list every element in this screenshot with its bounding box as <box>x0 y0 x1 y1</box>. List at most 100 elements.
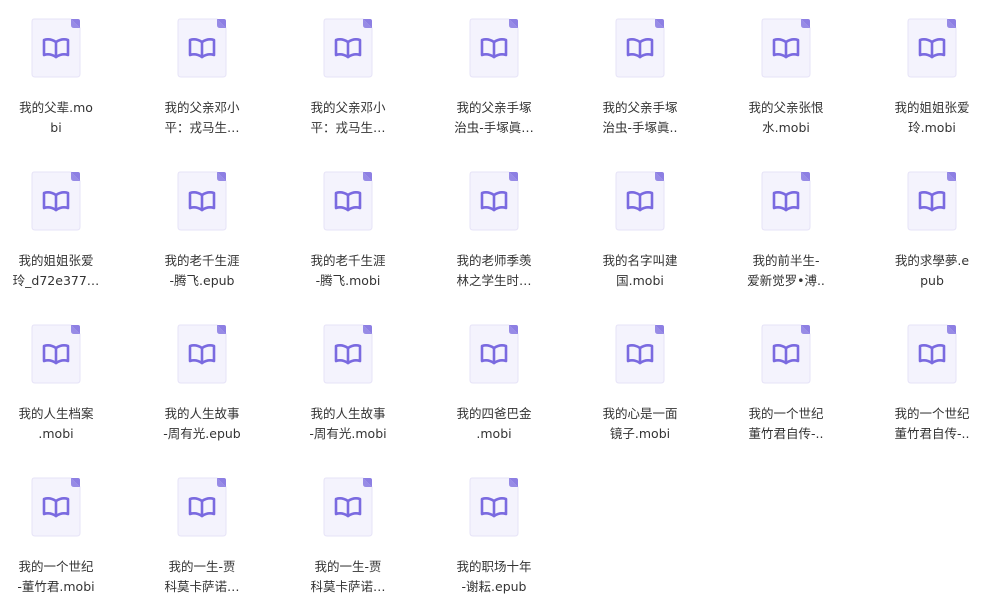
file-item[interactable]: 我的姐姐张爱 玲.mobi <box>877 18 987 168</box>
file-name-line-1: 我的人生档案 <box>18 406 94 421</box>
file-name-line-1: 我的老师季羡 <box>456 253 532 268</box>
file-item[interactable]: 我的四爸巴金 .mobi <box>439 324 549 474</box>
file-name: 我的父辈.mo bi <box>1 98 111 138</box>
file-name-line-1: 我的心是一面 <box>602 406 678 421</box>
book-file-icon <box>31 18 81 78</box>
file-name: 我的一个世纪 董竹君自传-.. <box>731 404 841 444</box>
book-file-icon <box>469 324 519 384</box>
file-name-line-1: 我的姐姐张爱 <box>894 100 970 115</box>
file-name-line-2: 平：戎马生… <box>164 120 240 135</box>
book-file-icon <box>907 324 957 384</box>
file-name-line-1: 我的老千生涯 <box>164 253 240 268</box>
file-name-line-2: 国.mobi <box>616 273 664 288</box>
file-item[interactable]: 我的父亲张恨 水.mobi <box>731 18 841 168</box>
file-name-line-2: 玲_d72e377… <box>12 273 100 288</box>
file-item[interactable]: 我的人生故事 -周有光.mobi <box>293 324 403 474</box>
file-name-line-1: 我的求學夢.e <box>894 253 970 268</box>
file-name-line-1: 我的一生-贾 <box>314 559 382 574</box>
file-name-line-2: bi <box>50 120 62 135</box>
file-item[interactable]: 我的前半生- 爱新觉罗•溥.. <box>731 171 841 321</box>
file-name-line-1: 我的人生故事 <box>310 406 386 421</box>
file-item[interactable]: 我的职场十年 -谢耘.epub <box>439 477 549 614</box>
file-name-line-1: 我的人生故事 <box>164 406 240 421</box>
file-name-line-2: 董竹君自传-.. <box>748 426 824 441</box>
file-name-line-2: 镜子.mobi <box>609 426 671 441</box>
file-item[interactable]: 我的父亲手塚 治虫-手塚眞… <box>439 18 549 168</box>
file-name: 我的姐姐张爱 玲.mobi <box>877 98 987 138</box>
file-name: 我的一个世纪 董竹君自传-.. <box>877 404 987 444</box>
file-item[interactable]: 我的父辈.mo bi <box>1 18 111 168</box>
file-name-line-1: 我的一个世纪 <box>748 406 824 421</box>
file-item[interactable]: 我的心是一面 镜子.mobi <box>585 324 695 474</box>
book-file-icon <box>323 477 373 537</box>
file-item[interactable]: 我的老千生涯 -腾飞.epub <box>147 171 257 321</box>
file-name: 我的心是一面 镜子.mobi <box>585 404 695 444</box>
file-name: 我的父亲邓小 平：戎马生… <box>147 98 257 138</box>
file-name-line-1: 我的一生-贾 <box>168 559 236 574</box>
file-name: 我的求學夢.e pub <box>877 251 987 291</box>
file-name-line-2: pub <box>920 273 944 288</box>
file-name-line-1: 我的老千生涯 <box>310 253 386 268</box>
file-name: 我的一生-贾 科莫卡萨诺… <box>147 557 257 597</box>
file-name-line-2: 董竹君自传-.. <box>894 426 970 441</box>
book-file-icon <box>761 18 811 78</box>
file-item[interactable]: 我的姐姐张爱 玲_d72e377… <box>1 171 111 321</box>
book-file-icon <box>31 324 81 384</box>
file-name: 我的名字叫建 国.mobi <box>585 251 695 291</box>
file-name-line-2: .mobi <box>476 426 512 441</box>
book-file-icon <box>907 18 957 78</box>
file-item[interactable]: 我的求學夢.e pub <box>877 171 987 321</box>
file-name-line-1: 我的姐姐张爱 <box>18 253 94 268</box>
file-name-line-1: 我的父亲张恨 <box>748 100 824 115</box>
file-item[interactable]: 我的一个世纪 董竹君自传-.. <box>877 324 987 474</box>
file-name-line-2: 平：戎马生… <box>310 120 386 135</box>
file-name: 我的姐姐张爱 玲_d72e377… <box>1 251 111 291</box>
file-item[interactable]: 我的一生-贾 科莫卡萨诺… <box>147 477 257 614</box>
file-item[interactable]: 我的老千生涯 -腾飞.mobi <box>293 171 403 321</box>
file-item[interactable]: 我的一个世纪 -董竹君.mobi <box>1 477 111 614</box>
file-item[interactable]: 我的一生-贾 科莫卡萨诺… <box>293 477 403 614</box>
file-name: 我的人生故事 -周有光.epub <box>147 404 257 444</box>
file-name: 我的一个世纪 -董竹君.mobi <box>1 557 111 597</box>
file-item[interactable]: 我的人生档案 .mobi <box>1 324 111 474</box>
file-name-line-1: 我的四爸巴金 <box>456 406 532 421</box>
file-name: 我的前半生- 爱新觉罗•溥.. <box>731 251 841 291</box>
file-name-line-1: 我的名字叫建 <box>602 253 678 268</box>
file-name-line-2: 林之学生时… <box>456 273 532 288</box>
file-item[interactable]: 我的名字叫建 国.mobi <box>585 171 695 321</box>
file-name-line-1: 我的前半生- <box>752 253 820 268</box>
file-name-line-2: -腾飞.mobi <box>315 273 381 288</box>
book-file-icon <box>177 477 227 537</box>
file-item[interactable]: 我的父亲手塚 治虫-手塚眞.. <box>585 18 695 168</box>
book-file-icon <box>323 171 373 231</box>
file-name: 我的一生-贾 科莫卡萨诺… <box>293 557 403 597</box>
file-name-line-1: 我的职场十年 <box>456 559 532 574</box>
file-item[interactable]: 我的一个世纪 董竹君自传-.. <box>731 324 841 474</box>
book-file-icon <box>615 171 665 231</box>
file-name-line-1: 我的父亲手塚 <box>602 100 678 115</box>
file-name: 我的老千生涯 -腾飞.epub <box>147 251 257 291</box>
book-file-icon <box>177 324 227 384</box>
file-name-line-2: 科莫卡萨诺… <box>310 579 386 594</box>
file-name-line-2: 科莫卡萨诺… <box>164 579 240 594</box>
book-file-icon <box>615 18 665 78</box>
book-file-icon <box>323 18 373 78</box>
file-name-line-2: 治虫-手塚眞… <box>454 120 534 135</box>
file-name: 我的职场十年 -谢耘.epub <box>439 557 549 597</box>
file-name-line-1: 我的一个世纪 <box>894 406 970 421</box>
file-name-line-2: .mobi <box>38 426 74 441</box>
file-name-line-2: -周有光.epub <box>163 426 241 441</box>
file-name: 我的父亲手塚 治虫-手塚眞… <box>439 98 549 138</box>
file-name-line-2: 爱新觉罗•溥.. <box>747 273 825 288</box>
file-item[interactable]: 我的父亲邓小 平：戎马生… <box>293 18 403 168</box>
book-file-icon <box>761 171 811 231</box>
file-name-line-2: 治虫-手塚眞.. <box>602 120 678 135</box>
file-name-line-2: -腾飞.epub <box>169 273 235 288</box>
file-item[interactable]: 我的人生故事 -周有光.epub <box>147 324 257 474</box>
file-name: 我的父亲邓小 平：戎马生… <box>293 98 403 138</box>
file-name-line-2: -谢耘.epub <box>461 579 527 594</box>
file-item[interactable]: 我的老师季羡 林之学生时… <box>439 171 549 321</box>
book-file-icon <box>31 477 81 537</box>
file-name-line-1: 我的父亲手塚 <box>456 100 532 115</box>
file-item[interactable]: 我的父亲邓小 平：戎马生… <box>147 18 257 168</box>
